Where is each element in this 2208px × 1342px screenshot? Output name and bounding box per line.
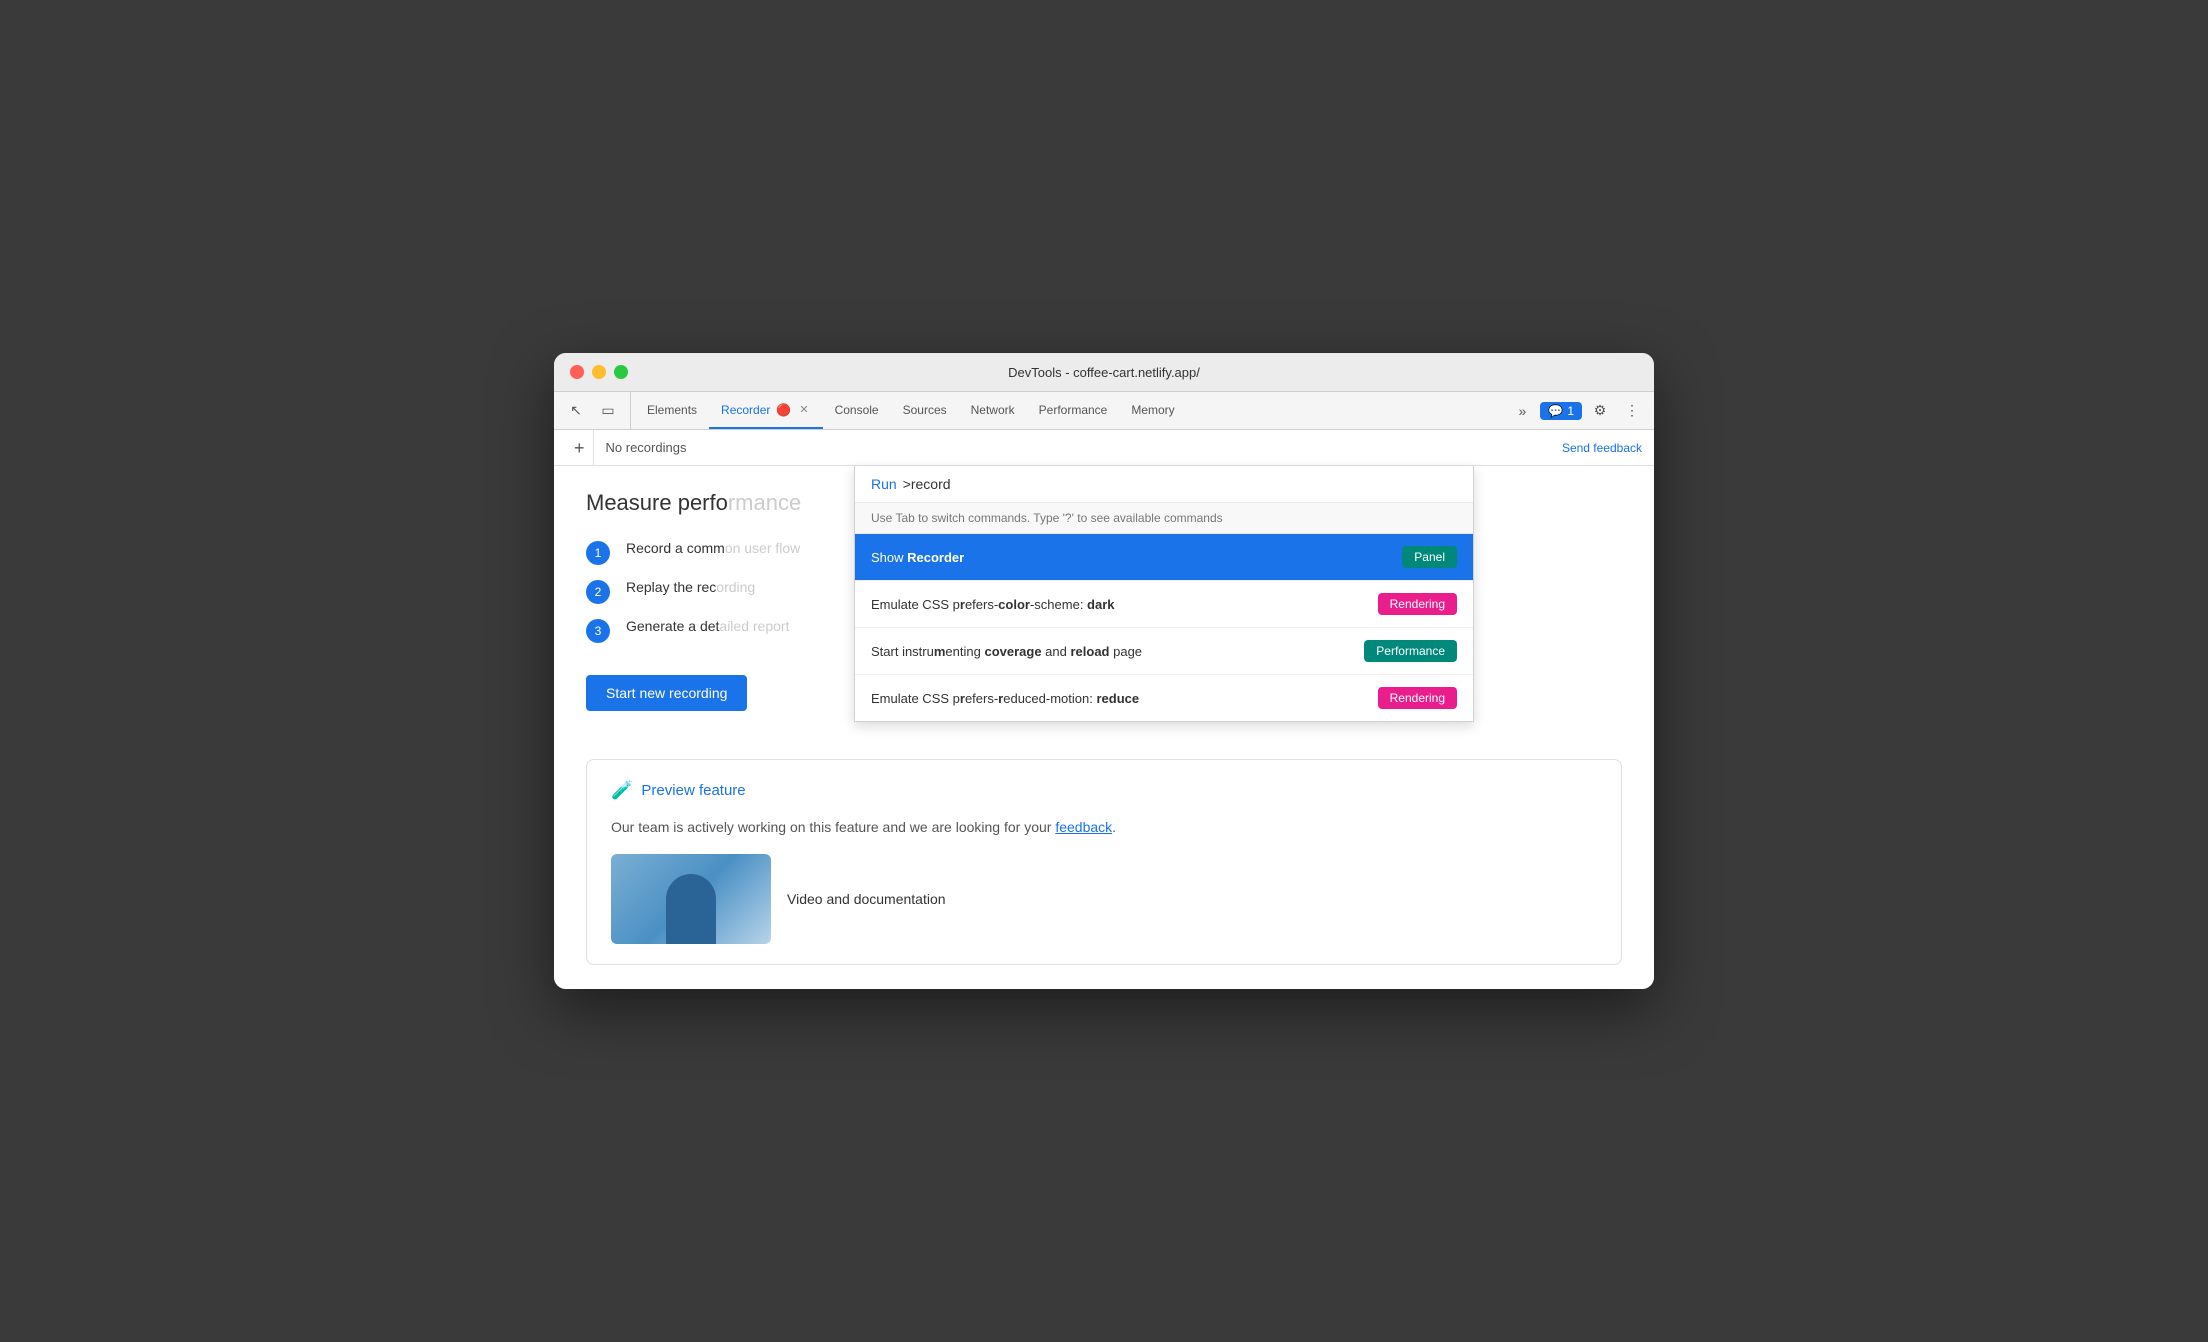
- tab-sources-label: Sources: [903, 403, 947, 417]
- devtools-window: DevTools - coffee-cart.netlify.app/ ↖ ▭ …: [554, 353, 1654, 989]
- feedback-count: 1: [1567, 404, 1574, 418]
- start-recording-button[interactable]: Start new recording: [586, 675, 747, 711]
- feedback-badge[interactable]: 💬 1: [1540, 402, 1582, 420]
- preview-text: Our team is actively working on this fea…: [611, 817, 1597, 838]
- inspect-tools: ↖ ▭: [562, 392, 631, 429]
- tab-performance-label: Performance: [1039, 403, 1108, 417]
- customize-button[interactable]: ⋮: [1618, 397, 1646, 425]
- tab-bar-right: » 💬 1 ⚙ ⋮: [1508, 392, 1646, 429]
- command-item-css-dark-label: Emulate CSS prefers-color-scheme: dark: [871, 597, 1378, 612]
- step-3-number: 3: [586, 619, 610, 643]
- settings-button[interactable]: ⚙: [1586, 397, 1614, 425]
- tab-network-label: Network: [971, 403, 1015, 417]
- command-item-css-dark[interactable]: Emulate CSS prefers-color-scheme: dark R…: [855, 581, 1473, 628]
- command-input-row: Run: [855, 466, 1473, 503]
- tab-console-label: Console: [835, 403, 879, 417]
- more-tabs-button[interactable]: »: [1508, 397, 1536, 425]
- sub-bar-wrapper: + No recordings Send feedback Run Use Ta…: [554, 430, 1654, 466]
- command-item-coverage-label: Start instrumenting coverage and reload …: [871, 644, 1364, 659]
- tab-recorder[interactable]: Recorder 🔴 ✕: [709, 392, 823, 429]
- command-item-show-recorder-badge: Panel: [1402, 546, 1457, 568]
- command-item-css-motion[interactable]: Emulate CSS prefers-reduced-motion: redu…: [855, 675, 1473, 721]
- preview-text-after: .: [1112, 819, 1116, 835]
- tab-network[interactable]: Network: [959, 392, 1027, 429]
- video-thumb-inner: [611, 854, 771, 944]
- no-recordings-label: No recordings: [606, 440, 687, 455]
- step-2-text: Replay the recording: [626, 579, 755, 595]
- preview-text-before: Our team is actively working on this fea…: [611, 819, 1055, 835]
- close-button[interactable]: [570, 365, 584, 379]
- command-hint: Use Tab to switch commands. Type '?' to …: [855, 503, 1473, 534]
- sub-bar: + No recordings Send feedback: [554, 430, 1654, 466]
- run-label: Run: [871, 476, 897, 492]
- preview-feedback-link[interactable]: feedback: [1055, 819, 1112, 835]
- command-input[interactable]: [903, 476, 1457, 492]
- add-recording-button[interactable]: +: [566, 430, 594, 466]
- tab-sources[interactable]: Sources: [891, 392, 959, 429]
- step-3-text: Generate a detailed report: [626, 618, 789, 634]
- minimize-button[interactable]: [592, 365, 606, 379]
- step-1-number: 1: [586, 541, 610, 565]
- tab-memory-label: Memory: [1131, 403, 1174, 417]
- command-item-css-motion-label: Emulate CSS prefers-reduced-motion: redu…: [871, 691, 1378, 706]
- command-palette: Run Use Tab to switch commands. Type '?'…: [854, 466, 1474, 722]
- video-doc-row: Video and documentation: [611, 854, 1597, 944]
- feedback-icon: 💬: [1548, 404, 1563, 418]
- command-item-show-recorder[interactable]: Show Recorder Panel: [855, 534, 1473, 581]
- tab-console[interactable]: Console: [823, 392, 891, 429]
- tab-recorder-label: Recorder: [721, 403, 770, 417]
- tab-performance[interactable]: Performance: [1027, 392, 1120, 429]
- title-bar: DevTools - coffee-cart.netlify.app/: [554, 353, 1654, 392]
- video-thumbnail[interactable]: [611, 854, 771, 944]
- command-item-css-motion-badge: Rendering: [1378, 687, 1457, 709]
- command-item-coverage[interactable]: Start instrumenting coverage and reload …: [855, 628, 1473, 675]
- send-feedback-link[interactable]: Send feedback: [1562, 441, 1642, 455]
- video-person-shape: [666, 874, 716, 944]
- step-2-number: 2: [586, 580, 610, 604]
- cursor-tool[interactable]: ↖: [562, 397, 590, 425]
- recorder-icon: 🔴: [776, 403, 791, 417]
- step-1-text: Record a common user flow: [626, 540, 800, 556]
- tab-elements[interactable]: Elements: [635, 392, 709, 429]
- command-item-css-dark-badge: Rendering: [1378, 593, 1457, 615]
- tab-bar: ↖ ▭ Elements Recorder 🔴 ✕ Console Source…: [554, 392, 1654, 430]
- command-item-coverage-badge: Performance: [1364, 640, 1457, 662]
- preview-title: Preview feature: [641, 782, 745, 799]
- video-label: Video and documentation: [787, 891, 946, 907]
- preview-flask-icon: 🧪: [611, 780, 633, 801]
- traffic-lights: [570, 365, 628, 379]
- tab-elements-label: Elements: [647, 403, 697, 417]
- preview-header: 🧪 Preview feature: [611, 780, 1597, 801]
- maximize-button[interactable]: [614, 365, 628, 379]
- command-item-show-recorder-label: Show Recorder: [871, 550, 1402, 565]
- window-title: DevTools - coffee-cart.netlify.app/: [1008, 365, 1200, 380]
- preview-card: 🧪 Preview feature Our team is actively w…: [586, 759, 1622, 965]
- tab-memory[interactable]: Memory: [1119, 392, 1186, 429]
- device-tool[interactable]: ▭: [594, 397, 622, 425]
- tab-recorder-close[interactable]: ✕: [797, 401, 810, 418]
